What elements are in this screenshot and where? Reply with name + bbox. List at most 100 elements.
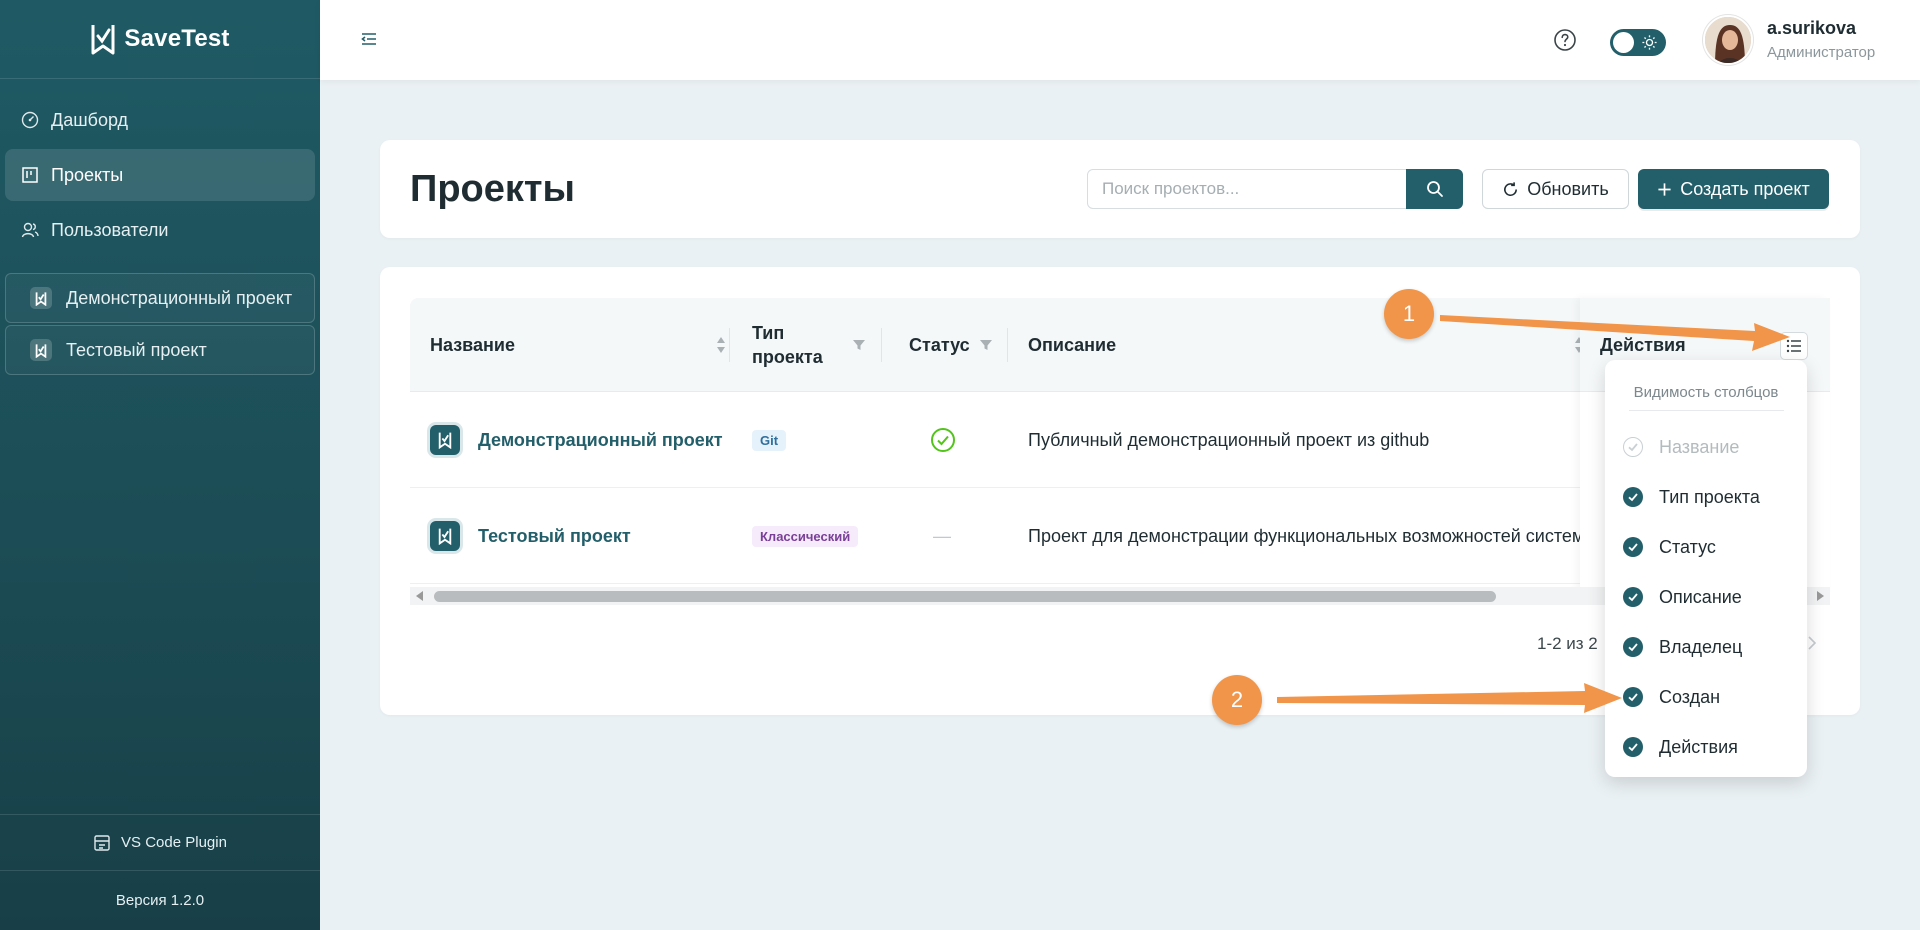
menu-fold-icon	[361, 33, 376, 45]
column-header-status[interactable]: Статус	[909, 298, 992, 392]
project-name-cell[interactable]: Демонстрационный проект	[430, 392, 723, 488]
create-project-button[interactable]: Создать проект	[1638, 169, 1829, 209]
project-name-cell[interactable]: Тестовый проект	[430, 488, 631, 584]
checkbox[interactable]	[1623, 737, 1643, 757]
logo[interactable]: SaveTest	[0, 0, 320, 79]
users-icon	[21, 222, 39, 238]
sidebar-project-label: Демонстрационный проект	[66, 287, 293, 308]
version-text: Версия 1.2.0	[0, 870, 320, 930]
help-button[interactable]	[1553, 28, 1577, 57]
project-name-link[interactable]: Демонстрационный проект	[478, 430, 723, 451]
top-header: a.surikova Администратор	[320, 0, 1920, 80]
avatar[interactable]	[1703, 15, 1753, 65]
sidebar-project-test[interactable]: Тестовый проект	[5, 325, 315, 375]
column-option-name: Название	[1623, 432, 1739, 462]
search-icon	[1426, 181, 1443, 197]
page-title: Проекты	[410, 168, 575, 210]
search-input[interactable]	[1087, 169, 1407, 209]
pagination-summary: 1-2 из 2	[1537, 634, 1598, 653]
sort-icon[interactable]	[715, 335, 727, 355]
check-icon	[1628, 643, 1638, 652]
dashboard-icon	[21, 111, 39, 129]
project-icon	[30, 339, 52, 361]
theme-toggle[interactable]	[1610, 29, 1666, 56]
column-option-owner[interactable]: Владелец	[1623, 632, 1742, 662]
column-header-description[interactable]: Описание	[1028, 298, 1588, 392]
plugin-icon	[94, 834, 110, 851]
chevron-right-icon[interactable]	[1806, 633, 1818, 653]
sidebar-item-label: Пользователи	[51, 219, 169, 240]
scroll-left-arrow[interactable]	[416, 591, 423, 601]
scroll-right-arrow[interactable]	[1817, 591, 1824, 601]
column-option-description[interactable]: Описание	[1623, 582, 1742, 612]
type-tag: Git	[752, 429, 787, 451]
column-separator	[881, 328, 882, 362]
sidebar-item-label: Дашборд	[51, 109, 129, 130]
filter-icon[interactable]	[852, 338, 866, 352]
sidebar-nav: Дашборд Проекты Пользователи Демонстраци…	[0, 79, 320, 375]
user-avatar-image	[1705, 17, 1751, 63]
refresh-icon	[1504, 181, 1518, 196]
sidebar-project-demo[interactable]: Демонстрационный проект	[5, 273, 315, 323]
sidebar-item-projects[interactable]: Проекты	[5, 149, 315, 201]
divider	[1629, 410, 1784, 411]
help-icon	[1554, 29, 1576, 51]
project-name-link[interactable]: Тестовый проект	[478, 526, 631, 547]
column-option-status[interactable]: Статус	[1623, 532, 1716, 562]
project-type-cell: Git	[752, 392, 787, 488]
project-icon	[30, 287, 52, 309]
logo-text: SaveTest	[124, 25, 230, 52]
sun-icon	[1642, 35, 1657, 50]
column-separator	[1007, 328, 1008, 362]
collapse-sidebar-button[interactable]	[360, 30, 378, 53]
user-role: Администратор	[1767, 44, 1876, 61]
checkbox[interactable]	[1623, 487, 1643, 507]
check-icon	[1628, 693, 1638, 702]
column-settings-button[interactable]	[1780, 332, 1808, 360]
project-icon	[430, 521, 460, 551]
sidebar-footer: VS Code Plugin Версия 1.2.0	[0, 814, 320, 930]
column-option-type[interactable]: Тип проекта	[1623, 482, 1760, 512]
checkbox[interactable]	[1623, 687, 1643, 707]
refresh-button[interactable]: Обновить	[1482, 169, 1629, 209]
refresh-label: Обновить	[1527, 178, 1609, 199]
status-cell	[930, 392, 956, 488]
column-header-type[interactable]: Тип проекта	[752, 298, 865, 392]
user-name[interactable]: a.surikova	[1767, 18, 1856, 39]
column-separator	[729, 328, 730, 362]
description-cell: Проект для демонстрации функциональных в…	[1028, 525, 1598, 546]
column-visibility-dropdown: Видимость столбцов Название Тип проекта …	[1605, 360, 1807, 777]
list-icon	[1786, 339, 1801, 353]
vscode-plugin-link[interactable]: VS Code Plugin	[0, 814, 320, 870]
plus-icon	[1658, 182, 1671, 196]
check-circle-icon	[931, 428, 955, 452]
project-icon	[430, 425, 460, 455]
check-icon	[1628, 543, 1638, 552]
check-icon	[1628, 743, 1638, 752]
type-tag: Классический	[752, 525, 859, 547]
search-button[interactable]	[1406, 169, 1463, 209]
checkbox[interactable]	[1623, 587, 1643, 607]
filter-icon[interactable]	[979, 338, 993, 352]
sidebar: SaveTest Дашборд Проекты Пользователи Де…	[0, 0, 320, 930]
annotation-badge-2: 2	[1212, 675, 1262, 725]
sidebar-project-label: Тестовый проект	[66, 339, 207, 360]
column-option-created[interactable]: Создан	[1623, 682, 1720, 712]
checkbox[interactable]	[1623, 637, 1643, 657]
checkbox[interactable]	[1623, 537, 1643, 557]
column-header-name[interactable]: Название	[430, 298, 725, 392]
sidebar-item-label: Проекты	[51, 164, 124, 185]
column-option-actions[interactable]: Действия	[1623, 732, 1738, 762]
dropdown-title: Видимость столбцов	[1633, 384, 1779, 401]
annotation-badge-1: 1	[1384, 289, 1434, 339]
check-icon	[1628, 443, 1638, 452]
toggle-knob	[1613, 32, 1634, 53]
sidebar-item-users[interactable]: Пользователи	[5, 204, 315, 256]
page-header-card: Проекты Обновить Создать проект	[380, 140, 1860, 238]
sidebar-item-dashboard[interactable]: Дашборд	[5, 94, 315, 146]
savetest-logo-icon	[91, 25, 115, 55]
scroll-thumb[interactable]	[434, 591, 1496, 602]
description-cell: Публичный демонстрационный проект из git…	[1028, 429, 1430, 450]
plugin-label: VS Code Plugin	[121, 834, 227, 851]
project-type-cell: Классический	[752, 488, 859, 584]
